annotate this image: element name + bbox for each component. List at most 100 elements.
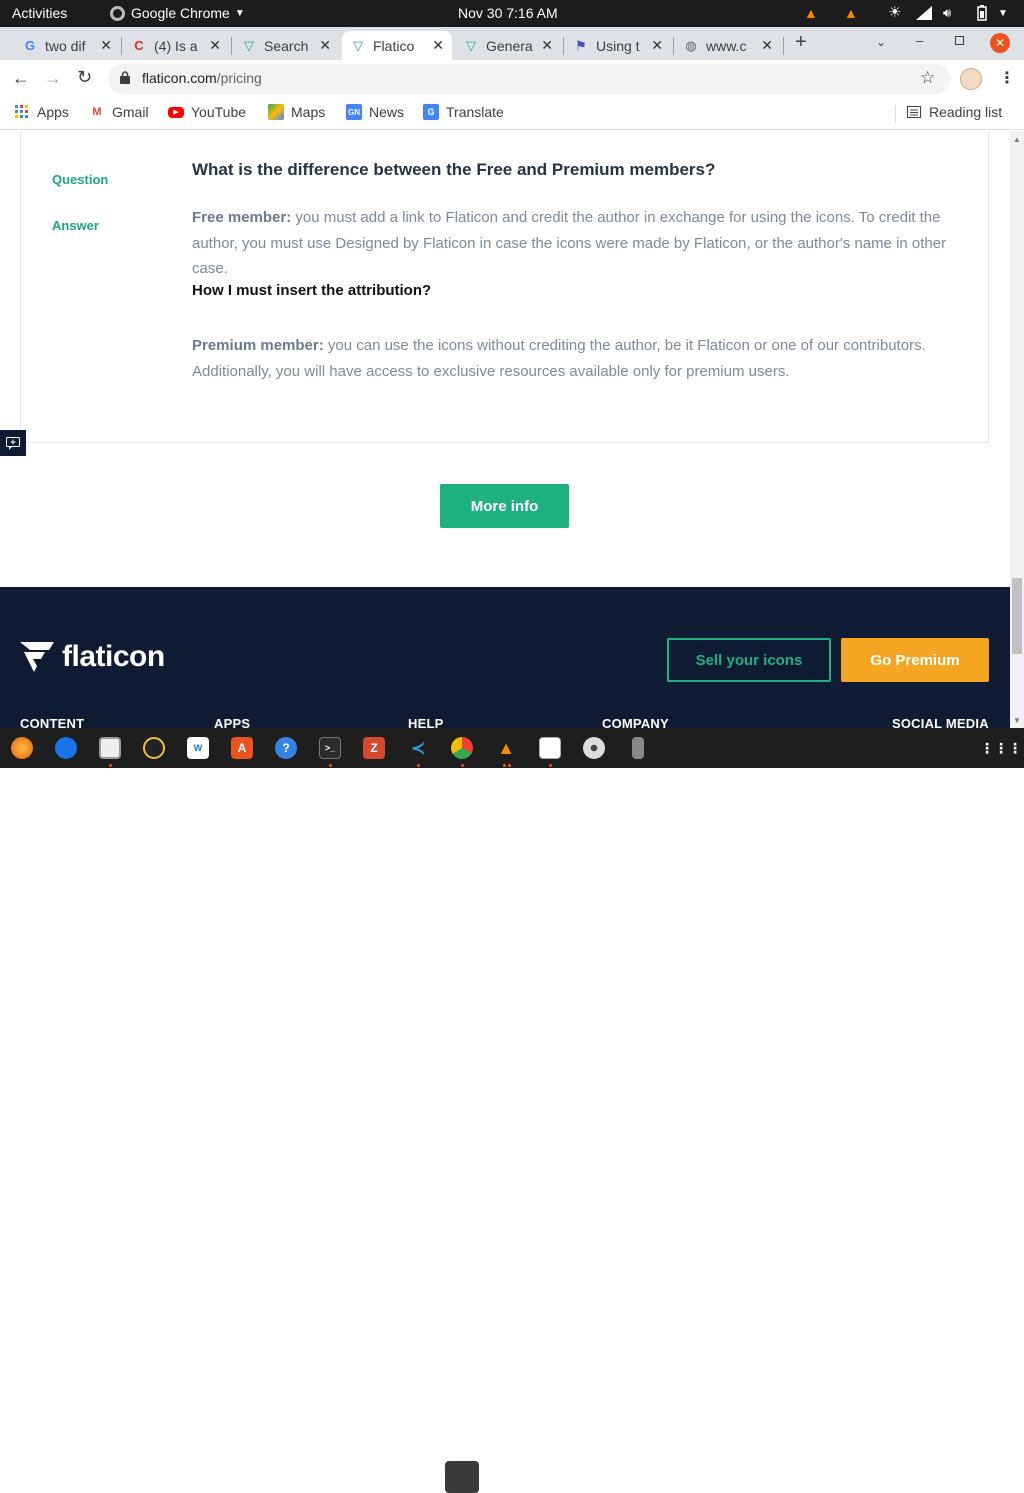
bookmark-star-icon[interactable]: ☆ [920, 68, 935, 88]
usb-drive-icon[interactable] [632, 737, 644, 759]
bookmark-label: Maps [291, 104, 326, 120]
close-tab-icon[interactable]: ✕ [651, 37, 663, 54]
free-member-answer: Free member: you must add a link to Flat… [192, 205, 962, 282]
bookmark-youtube[interactable]: ▶ YouTube [168, 104, 246, 120]
chevron-down-icon: ▼ [234, 7, 245, 19]
chrome-icon [110, 6, 125, 21]
chrome-menu-icon[interactable]: ⋮ [999, 68, 1015, 88]
files-icon[interactable] [99, 737, 121, 759]
address-bar[interactable]: flaticon.com/pricing ☆ [108, 64, 950, 94]
running-indicator [508, 764, 511, 767]
bookmarks-bar: Apps M Gmail ▶ YouTube Maps GN News G Tr… [0, 98, 1024, 130]
scroll-up-arrow-icon[interactable]: ▲ [1013, 135, 1021, 144]
close-tab-icon[interactable]: ✕ [209, 37, 221, 54]
bookmark-label: News [369, 104, 405, 120]
close-tab-icon[interactable]: ✕ [761, 37, 773, 54]
tab[interactable]: ▽ Genera ✕ [455, 31, 561, 60]
vscode-icon[interactable]: ≺ [407, 737, 429, 759]
attribution-link[interactable]: How I must insert the attribution? [192, 282, 431, 299]
clock[interactable]: Nov 30 7:16 AM [458, 5, 558, 21]
rhythmbox-icon[interactable] [143, 737, 165, 759]
footer-column-social-media: SOCIAL MEDIA [892, 716, 989, 728]
terminal-icon[interactable]: >_ [319, 737, 341, 759]
reading-list-button[interactable]: Reading list [906, 104, 1002, 120]
sell-your-icons-button[interactable]: Sell your icons [667, 638, 831, 682]
close-window-icon[interactable]: ✕ [990, 33, 1010, 53]
bookmark-gmail[interactable]: M Gmail [89, 104, 149, 120]
tab-title: Genera [486, 37, 533, 54]
tab-divider [121, 37, 122, 55]
more-info-button[interactable]: More info [440, 484, 569, 528]
bookmark-news[interactable]: GN News [346, 104, 404, 120]
scroll-down-arrow-icon[interactable]: ▼ [1013, 716, 1021, 725]
bookmark-label: Apps [37, 104, 69, 120]
running-indicator [503, 764, 506, 767]
premium-member-title: Premium member: [192, 337, 324, 354]
reading-list-label: Reading list [929, 104, 1003, 120]
tab-divider [783, 37, 784, 55]
vlc-dock-icon[interactable]: ▲ [495, 737, 517, 759]
app-menu[interactable]: Google Chrome ▼ [110, 5, 245, 21]
software-center-icon[interactable]: A [231, 737, 253, 759]
flaticon-icon: ▽ [244, 37, 254, 53]
system-top-bar: Activities Google Chrome ▼ Nov 30 7:16 A… [0, 0, 1024, 27]
tab[interactable]: G two dif ✕ [14, 31, 120, 60]
help-icon[interactable]: ? [275, 737, 297, 759]
close-tab-icon[interactable]: ✕ [432, 37, 444, 54]
page-content: Question What is the difference between … [0, 131, 1010, 728]
bookmark-label: Gmail [112, 104, 149, 120]
bookmark-maps[interactable]: Maps [268, 104, 325, 120]
firefox-icon[interactable] [11, 737, 33, 759]
tab-title: two dif [45, 37, 86, 54]
vlc-tray-icon[interactable]: ▲ [804, 5, 818, 21]
go-premium-button[interactable]: Go Premium [841, 638, 989, 682]
close-tab-icon[interactable]: ✕ [319, 37, 331, 54]
page-scrollbar[interactable]: ▲ ▼ [1010, 131, 1024, 728]
scrollbar-thumb[interactable] [1012, 578, 1022, 654]
activities-button[interactable]: Activities [12, 5, 67, 21]
flag-icon: ⚑ [575, 37, 587, 53]
battery-icon[interactable] [973, 5, 991, 24]
text-editor-icon[interactable]: Z [363, 737, 385, 759]
minimize-icon[interactable]: – [916, 33, 923, 48]
bookmark-translate[interactable]: G Translate [423, 104, 504, 120]
forward-arrow-icon[interactable]: → [44, 68, 62, 89]
restore-icon[interactable] [955, 36, 964, 45]
tab[interactable]: ▽ Search ✕ [233, 31, 339, 60]
tab-search-chevron-icon[interactable]: ⌄ [876, 35, 886, 49]
thunderbird-icon[interactable] [55, 737, 77, 759]
bookmark-apps[interactable]: Apps [14, 104, 69, 120]
vlc-tray-icon[interactable]: ▲ [844, 5, 858, 21]
bookmark-label: Translate [446, 104, 504, 120]
reload-icon[interactable]: ↻ [77, 67, 92, 88]
tab-active[interactable]: ▽ Flatico ✕ [342, 31, 452, 60]
writer-icon[interactable]: W [187, 737, 209, 759]
show-applications-grid-icon[interactable]: ⋮⋮⋮ [980, 737, 1022, 759]
tab-title: Search [264, 37, 309, 54]
close-tab-icon[interactable]: ✕ [541, 37, 553, 54]
new-tab-plus-icon[interactable]: + [795, 31, 807, 54]
tab[interactable]: C (4) Is a ✕ [123, 31, 229, 60]
close-tab-icon[interactable]: ✕ [100, 37, 112, 54]
free-member-text: you must add a link to Flaticon and cred… [192, 209, 947, 277]
brightness-icon[interactable]: ☀ [888, 3, 901, 21]
profile-avatar[interactable] [960, 68, 982, 90]
news-icon: GN [346, 104, 362, 120]
back-arrow-icon[interactable]: ← [12, 68, 30, 89]
disc-icon[interactable] [583, 737, 605, 759]
chrome-dock-icon[interactable] [451, 737, 473, 759]
footer-column-apps: APPS [214, 716, 251, 728]
flaticon-logo[interactable]: flaticon [20, 640, 165, 674]
flaticon-icon: ▽ [466, 37, 476, 53]
tab[interactable]: ⚑ Using t ✕ [565, 31, 671, 60]
running-indicator [109, 764, 112, 767]
browser-toolbar: ← → ↻ flaticon.com/pricing ☆ ⋮ [0, 60, 1024, 98]
tab[interactable]: ◍ www.c ✕ [675, 31, 781, 60]
system-menu-chevron-icon[interactable]: ▼ [998, 8, 1008, 19]
document-viewer-icon[interactable] [539, 737, 561, 759]
feedback-button[interactable] [0, 430, 26, 456]
bookmarks-divider [895, 105, 896, 123]
footer-column-content: CONTENT [20, 716, 85, 728]
network-icon[interactable] [916, 6, 932, 23]
volume-icon[interactable]: 🔊︎ [943, 5, 951, 21]
